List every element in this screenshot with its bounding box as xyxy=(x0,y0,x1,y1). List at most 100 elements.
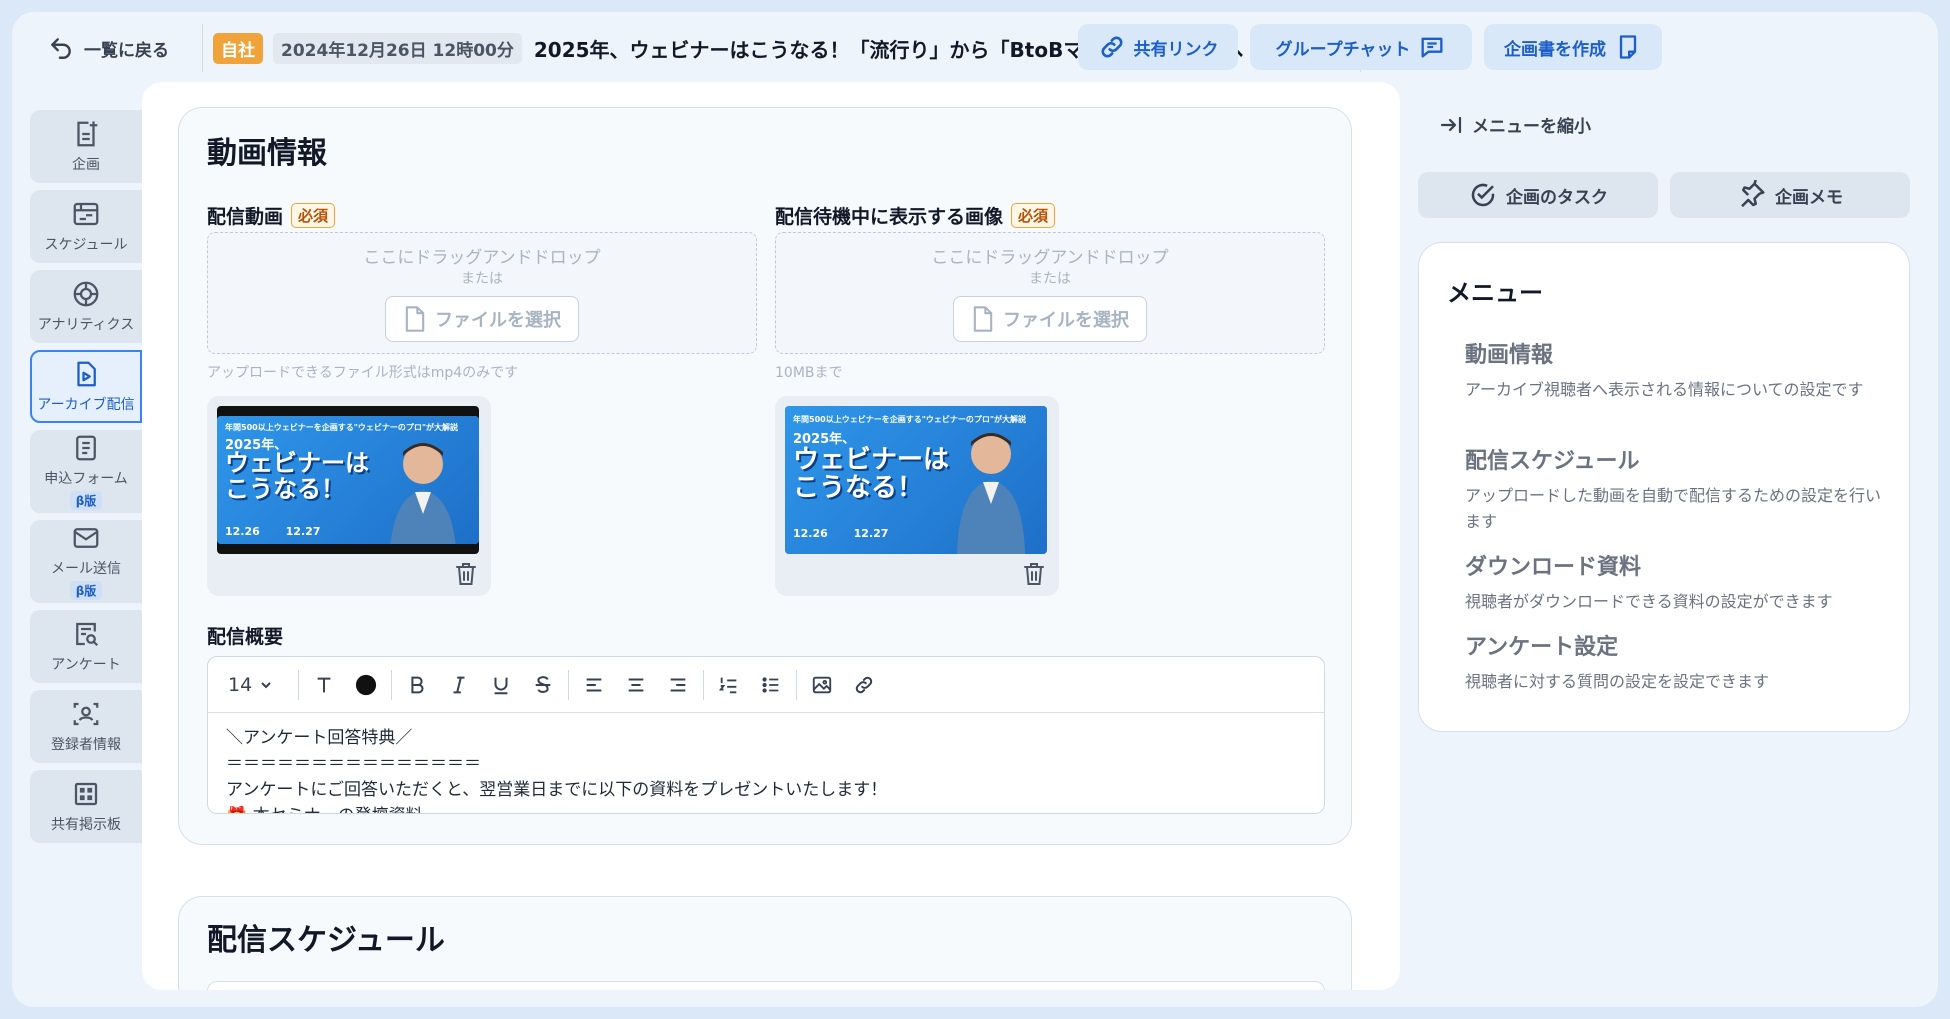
form-icon xyxy=(76,435,96,461)
thumbnail-dates: 12.26 12.27 xyxy=(793,527,888,540)
menu-item-title: ダウンロード資料 xyxy=(1465,555,1642,580)
summary-line: ＼アンケート回答特典／ xyxy=(226,728,413,748)
tab-tasks-label: 企画のタスク xyxy=(1506,187,1608,208)
text-style-button[interactable] xyxy=(303,665,345,705)
insert-link-button[interactable] xyxy=(843,665,885,705)
underline-icon xyxy=(494,677,508,694)
menu-item-desc: アーカイブ視聴者へ表示される情報についての設定です xyxy=(1465,380,1864,399)
toolbar-divider xyxy=(796,669,797,700)
italic-button[interactable] xyxy=(438,665,480,705)
thumbnail-headline-1: ウェビナーは xyxy=(225,449,369,477)
sidebar-item-label: 企画 xyxy=(72,157,100,173)
group-chat-label: グループチャット xyxy=(1275,39,1411,60)
sidebar-item-plan[interactable]: 企画 xyxy=(30,110,142,183)
bold-icon xyxy=(411,676,424,693)
tab-memo[interactable]: 企画メモ xyxy=(1670,172,1910,218)
text-type-icon xyxy=(317,677,331,692)
check-circle-icon xyxy=(1471,183,1495,207)
thumbnail-date-2: 12.27 xyxy=(285,525,321,538)
collapse-arrow-icon xyxy=(1440,116,1462,133)
ordered-list-icon xyxy=(718,677,737,693)
event-datetime: 2024年12月26日 12時00分 xyxy=(273,32,522,64)
video-frame[interactable]: 年間500以上ウェビナーを企画する"ウェビナーのプロ"が大解説 2025年、 ウ… xyxy=(217,406,479,554)
thumbnail-dates: 12.26 12.27 xyxy=(225,525,320,538)
menu-item-video-info[interactable]: 動画情報 アーカイブ視聴者へ表示される情報についての設定です xyxy=(1465,337,1885,403)
select-video-file-button[interactable]: ファイルを選択 xyxy=(385,296,579,342)
video-dropzone[interactable]: ここにドラッグアンドドロップ または ファイルを選択 xyxy=(207,232,757,354)
app-window: 一覧に戻る 自社 2024年12月26日 12時00分 2025年、ウェビナーは… xyxy=(12,12,1938,1007)
share-link-button[interactable]: 共有リンク xyxy=(1078,24,1238,70)
board-icon xyxy=(74,782,98,806)
align-left-icon xyxy=(586,677,602,692)
align-right-icon xyxy=(670,677,686,692)
color-dot-icon xyxy=(355,674,377,695)
file-icon xyxy=(405,306,425,332)
select-file-label: ファイルを選択 xyxy=(435,310,561,331)
thumbnail-headline-2: こうなる！ xyxy=(793,473,924,503)
tab-tasks[interactable]: 企画のタスク xyxy=(1418,172,1658,218)
bold-button[interactable] xyxy=(396,665,438,705)
toolbar-divider xyxy=(298,669,299,700)
link-icon xyxy=(855,676,873,693)
ordered-list-button[interactable] xyxy=(708,665,750,705)
align-right-button[interactable] xyxy=(657,665,699,705)
align-left-button[interactable] xyxy=(573,665,615,705)
back-label: 一覧に戻る xyxy=(84,40,169,61)
sidebar-item-board[interactable]: 共有掲示板 xyxy=(30,770,142,843)
menu-item-title: アンケート設定 xyxy=(1465,635,1619,660)
undo-arrow-icon xyxy=(51,38,71,59)
menu-item-survey-settings[interactable]: アンケート設定 視聴者に対する質問の設定を設定できます xyxy=(1465,629,1885,695)
schedule-content-box xyxy=(207,981,1325,990)
create-plan-button[interactable]: 企画書を作成 xyxy=(1484,24,1662,70)
create-plan-label: 企画書を作成 xyxy=(1504,39,1606,60)
sidebar-item-label: 申込フォーム xyxy=(44,471,128,487)
bullet-list-button[interactable] xyxy=(750,665,792,705)
editor-toolbar: 14 xyxy=(208,657,1324,713)
group-chat-button[interactable]: グループチャット xyxy=(1250,24,1472,70)
video-format-hint: アップロードできるファイル形式はmp4のみです xyxy=(207,365,519,381)
select-image-file-button[interactable]: ファイルを選択 xyxy=(953,296,1147,342)
sidebar-item-label: アンケート xyxy=(51,657,121,673)
sidebar-item-label: メール送信 xyxy=(51,561,121,577)
align-center-icon xyxy=(628,677,644,692)
sidebar-item-schedule[interactable]: スケジュール xyxy=(30,190,142,263)
sidebar-item-mail[interactable]: メール送信 β版 xyxy=(30,520,142,603)
thumbnail-date-1: 12.26 xyxy=(793,527,828,540)
summary-textarea[interactable]: ＼アンケート回答特典／ ＝＝＝＝＝＝＝＝＝＝＝＝＝＝＝ アンケートにご回答いただ… xyxy=(208,713,1324,813)
image-icon xyxy=(812,676,832,693)
insert-image-button[interactable] xyxy=(801,665,843,705)
summary-line: アンケートにご回答いただくと、翌営業日までに以下の資料をプレゼントいたします！ xyxy=(226,780,888,800)
video-info-card: 動画情報 配信動画 必須 ここにドラッグアンドドロップ または ファイルを選択 … xyxy=(178,107,1352,845)
sidebar-item-form[interactable]: 申込フォーム β版 xyxy=(30,430,142,513)
align-center-button[interactable] xyxy=(615,665,657,705)
delete-image-icon[interactable] xyxy=(1023,562,1045,586)
menu-item-delivery-schedule[interactable]: 配信スケジュール アップロードした動画を自動で配信するための設定を行います xyxy=(1465,443,1885,535)
beta-badge: β版 xyxy=(69,581,103,600)
thumbnail-headline: ウェビナーは こうなる！ xyxy=(793,446,949,502)
sidebar: 企画 スケジュール アナリティクス アーカイブ配信 申込フォーム β版 メール送… xyxy=(30,110,142,850)
strikethrough-button[interactable] xyxy=(522,665,564,705)
sidebar-item-analytics[interactable]: アナリティクス xyxy=(30,270,142,343)
summary-label: 配信概要 xyxy=(207,626,284,648)
text-color-button[interactable] xyxy=(345,665,387,705)
menu-item-download-materials[interactable]: ダウンロード資料 視聴者がダウンロードできる資料の設定ができます xyxy=(1465,549,1885,615)
waiting-image-thumbnail[interactable]: 年間500以上ウェビナーを企画する"ウェビナーのプロ"が大解説 2025年、 ウ… xyxy=(785,406,1047,554)
sidebar-item-registrants[interactable]: 登録者情報 xyxy=(30,690,142,763)
image-field-label: 配信待機中に表示する画像 必須 xyxy=(775,202,1056,229)
back-to-list-button[interactable]: 一覧に戻る xyxy=(48,35,198,61)
collapse-menu-button[interactable]: メニューを縮小 xyxy=(1438,112,1591,137)
summary-line: ＝＝＝＝＝＝＝＝＝＝＝＝＝＝＝ xyxy=(226,754,481,774)
required-badge: 必須 xyxy=(291,203,336,228)
underline-button[interactable] xyxy=(480,665,522,705)
select-file-label: ファイルを選択 xyxy=(1003,310,1129,331)
sidebar-item-archive[interactable]: アーカイブ配信 xyxy=(30,350,142,423)
share-link-label: 共有リンク xyxy=(1133,39,1219,60)
delete-video-icon[interactable] xyxy=(455,562,477,586)
font-size-select[interactable]: 14 xyxy=(228,674,294,696)
registrant-icon xyxy=(73,702,99,726)
menu-title: メニュー xyxy=(1447,279,1543,307)
schedule-icon xyxy=(73,202,99,226)
chevron-down-icon xyxy=(261,681,271,688)
sidebar-item-survey[interactable]: アンケート xyxy=(30,610,142,683)
image-dropzone[interactable]: ここにドラッグアンドドロップ または ファイルを選択 xyxy=(775,232,1325,354)
